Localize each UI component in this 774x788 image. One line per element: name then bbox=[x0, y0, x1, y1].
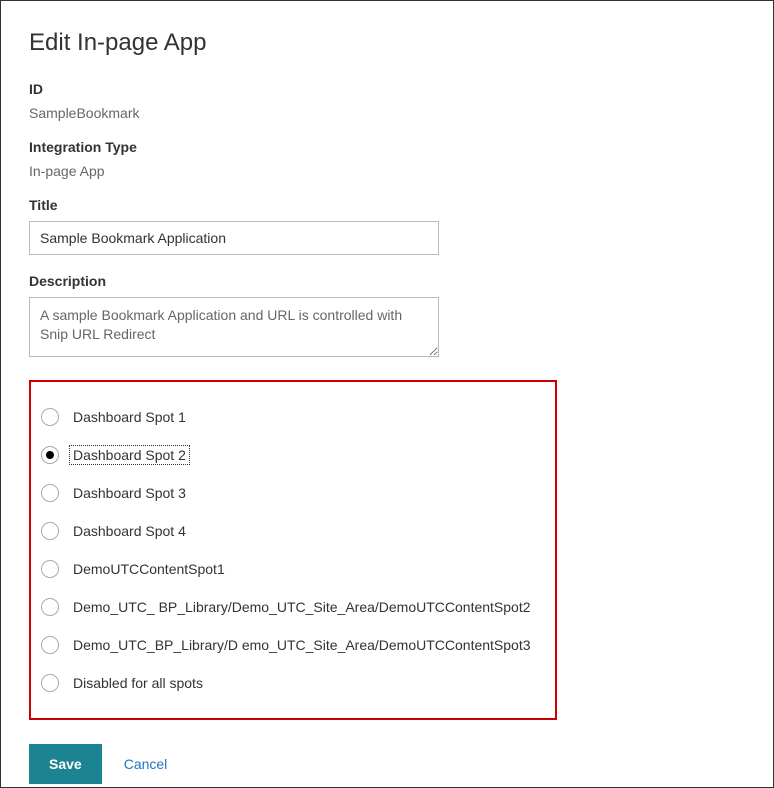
save-button[interactable]: Save bbox=[29, 744, 102, 784]
title-input[interactable] bbox=[29, 221, 439, 255]
description-textarea[interactable]: A sample Bookmark Application and URL is… bbox=[29, 297, 439, 357]
id-field-group: ID SampleBookmark bbox=[29, 81, 745, 121]
description-label: Description bbox=[29, 273, 745, 289]
integration-type-label: Integration Type bbox=[29, 139, 745, 155]
radio-icon[interactable] bbox=[41, 674, 59, 692]
action-bar: Save Cancel bbox=[29, 744, 745, 784]
radio-label: Dashboard Spot 2 bbox=[69, 445, 190, 465]
title-field-group: Title bbox=[29, 197, 745, 255]
cancel-link[interactable]: Cancel bbox=[124, 756, 168, 772]
spot-radio-item[interactable]: Dashboard Spot 4 bbox=[41, 512, 545, 550]
integration-type-value: In-page App bbox=[29, 163, 745, 179]
spot-radio-item[interactable]: Demo_UTC_BP_Library/D emo_UTC_Site_Area/… bbox=[41, 626, 545, 664]
radio-label: Dashboard Spot 1 bbox=[69, 407, 190, 427]
radio-label: Dashboard Spot 4 bbox=[69, 521, 190, 541]
radio-icon[interactable] bbox=[41, 446, 59, 464]
radio-label: Disabled for all spots bbox=[69, 673, 207, 693]
title-label: Title bbox=[29, 197, 745, 213]
radio-icon[interactable] bbox=[41, 484, 59, 502]
page-title: Edit In-page App bbox=[29, 29, 745, 57]
integration-type-group: Integration Type In-page App bbox=[29, 139, 745, 179]
radio-label: Demo_UTC_BP_Library/D emo_UTC_Site_Area/… bbox=[69, 635, 535, 655]
spot-radio-item[interactable]: DemoUTCContentSpot1 bbox=[41, 550, 545, 588]
radio-icon[interactable] bbox=[41, 522, 59, 540]
radio-icon[interactable] bbox=[41, 408, 59, 426]
spot-radio-item[interactable]: Dashboard Spot 3 bbox=[41, 474, 545, 512]
spot-radio-item[interactable]: Demo_UTC_ BP_Library/Demo_UTC_Site_Area/… bbox=[41, 588, 545, 626]
radio-icon[interactable] bbox=[41, 560, 59, 578]
id-label: ID bbox=[29, 81, 745, 97]
spot-radio-group: Dashboard Spot 1 Dashboard Spot 2 Dashboar… bbox=[29, 380, 557, 720]
radio-label: DemoUTCContentSpot1 bbox=[69, 559, 229, 579]
spot-radio-item[interactable]: Dashboard Spot 1 bbox=[41, 398, 545, 436]
radio-label: Dashboard Spot 3 bbox=[69, 483, 190, 503]
spot-radio-item[interactable]: Dashboard Spot 2 bbox=[41, 436, 545, 474]
spot-radio-item[interactable]: Disabled for all spots bbox=[41, 664, 545, 702]
radio-label: Demo_UTC_ BP_Library/Demo_UTC_Site_Area/… bbox=[69, 597, 535, 617]
id-value: SampleBookmark bbox=[29, 105, 745, 121]
radio-icon[interactable] bbox=[41, 598, 59, 616]
radio-icon[interactable] bbox=[41, 636, 59, 654]
description-field-group: Description A sample Bookmark Applicatio… bbox=[29, 273, 745, 362]
